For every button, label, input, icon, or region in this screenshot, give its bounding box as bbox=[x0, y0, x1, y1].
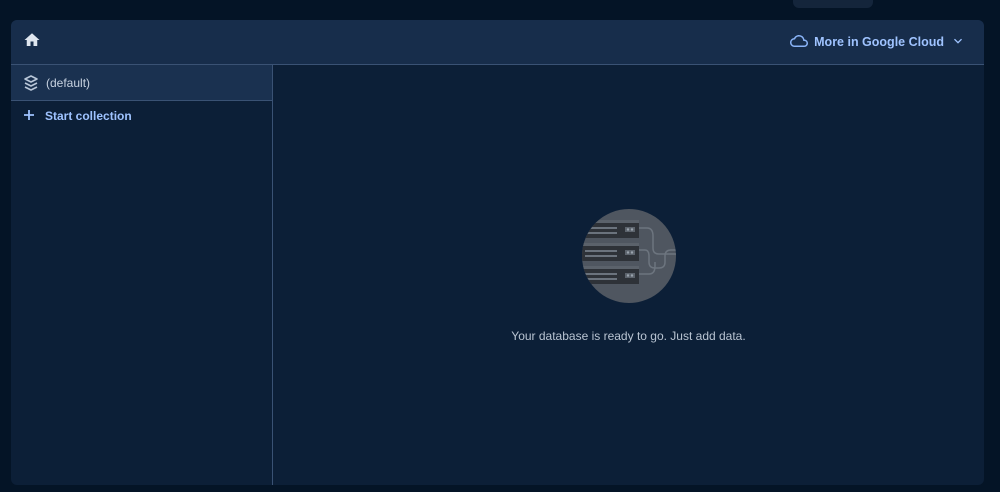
home-button[interactable] bbox=[21, 31, 43, 53]
google-cloud-label: More in Google Cloud bbox=[814, 35, 944, 49]
collections-sidebar: (default) Start collection bbox=[11, 65, 273, 485]
panel-header: More in Google Cloud bbox=[11, 20, 984, 65]
top-strip bbox=[0, 0, 1000, 20]
start-collection-button[interactable]: Start collection bbox=[23, 107, 132, 125]
start-collection-label: Start collection bbox=[45, 109, 132, 123]
home-icon bbox=[23, 31, 41, 54]
more-in-google-cloud-button[interactable]: More in Google Cloud bbox=[790, 30, 966, 54]
server-rack-icon bbox=[581, 208, 677, 304]
database-row[interactable]: (default) bbox=[11, 65, 272, 101]
database-name: (default) bbox=[46, 75, 91, 90]
chevron-down-icon bbox=[950, 33, 966, 52]
firestore-panel: More in Google Cloud (default) Start col… bbox=[11, 20, 984, 485]
plus-icon bbox=[23, 109, 35, 124]
top-tab[interactable] bbox=[793, 0, 873, 8]
empty-state-message: Your database is ready to go. Just add d… bbox=[511, 329, 746, 343]
main-content: Your database is ready to go. Just add d… bbox=[273, 65, 984, 485]
cloud-icon bbox=[790, 32, 809, 53]
database-icon bbox=[23, 74, 39, 91]
